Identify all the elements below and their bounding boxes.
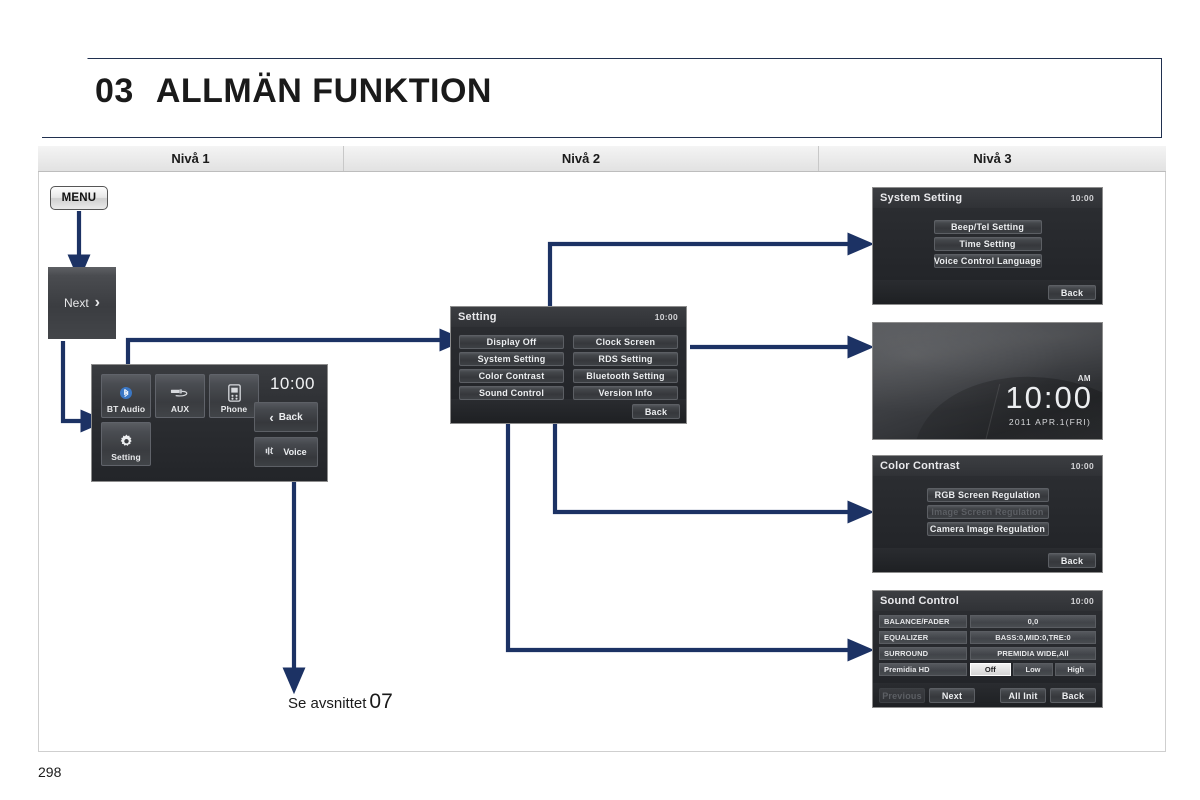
color-contrast-clock: 10:00 [1070,461,1094,471]
setting-item-system-setting[interactable]: System Setting [459,352,564,366]
system-setting-menu: Beep/Tel Setting Time Setting Voice Cont… [933,220,1042,268]
manual-page: 03 ALLMÄN FUNKTION Nivå 1 Nivå 2 Nivå 3 [0,0,1200,800]
color-contrast-item-rgb-screen-regulation[interactable]: RGB Screen Regulation [926,488,1049,502]
home-clock: 10:00 [269,374,315,393]
color-contrast-item-camera-image-regulation[interactable]: Camera Image Regulation [926,522,1049,536]
bluetooth-icon [102,382,150,404]
setting-item-rds-setting[interactable]: RDS Setting [573,352,678,366]
sound-row-value: 0,0 [970,615,1096,628]
sound-row-label: Premidia HD [879,663,967,676]
system-setting-item-beep-tel[interactable]: Beep/Tel Setting [933,220,1042,234]
color-contrast-item-image-screen-regulation: Image Screen Regulation [926,505,1049,519]
clock-time: 10:00 [1005,380,1093,415]
tile-phone[interactable]: Phone [209,374,259,418]
chapter-number: 03 [95,72,134,110]
setting-screen-title: Setting [458,311,497,323]
sound-control-screen: Sound Control 10:00 BALANCE/FADER 0,0 EQ… [872,590,1103,708]
sound-row-value: BASS:0,MID:0,TRE:0 [970,631,1096,644]
sound-control-footer-buttons: Previous Next All Init Back [879,688,1096,703]
setting-item-display-off[interactable]: Display Off [459,335,564,349]
tile-label: BT Audio [106,404,146,414]
tile-aux[interactable]: AUX [155,374,205,418]
sound-row-label: SURROUND [879,647,967,660]
clock-screen: AM 10:00 2011 APR.1(FRI) [872,322,1103,440]
setting-menu-grid: Display Off Clock Screen System Setting … [459,335,678,400]
sound-row-balance-fader[interactable]: BALANCE/FADER 0,0 [879,615,1096,628]
system-setting-item-voice-lang[interactable]: Voice Control Language [933,254,1042,268]
home-tile-grid: BT Audio AUX Phone Setting [101,374,259,466]
sound-back-button[interactable]: Back [1050,688,1096,703]
home-voice-label: Voice [283,447,307,457]
next-label: Next [63,296,89,310]
reference-caption-text: Se avsnittet [288,695,367,712]
tile-label: AUX [170,404,190,414]
sound-next-button[interactable]: Next [929,688,975,703]
color-contrast-screen: Color Contrast 10:00 RGB Screen Regulati… [872,455,1103,573]
sound-control-clock: 10:00 [1070,596,1094,606]
tile-bt-audio[interactable]: BT Audio [101,374,151,418]
sound-row-surround[interactable]: SURROUND PREMIDIA WIDE,All [879,647,1096,660]
clock-date: 2011 APR.1(FRI) [1008,417,1091,427]
level-3-header: Nivå 3 [973,151,1012,166]
page-number: 298 [38,764,62,780]
chevron-left-icon: ‹ [269,409,274,425]
sound-row-premidia-hd[interactable]: Premidia HD Off Low High [879,663,1097,676]
premidia-hd-segmented-control: Off Low High [970,663,1097,676]
level-header-row: Nivå 1 Nivå 2 Nivå 3 [38,146,1166,172]
page-title: 03 ALLMÄN FUNKTION [95,72,492,111]
home-back-label: Back [278,411,303,423]
reference-caption: Se avsnittet 07 [288,690,393,714]
setting-item-clock-screen[interactable]: Clock Screen [573,335,678,349]
tile-label: Setting [111,452,141,462]
premidia-hd-option-high[interactable]: High [1055,663,1097,676]
system-setting-back-button[interactable]: Back [1048,285,1096,300]
color-contrast-back-button[interactable]: Back [1048,553,1096,568]
menu-hard-button[interactable]: MENU [50,186,108,210]
setting-back-button[interactable]: Back [632,404,680,419]
level-2-header: Nivå 2 [344,146,819,171]
setting-item-sound-control[interactable]: Sound Control [459,386,564,400]
aux-plug-icon [156,382,204,404]
system-setting-title: System Setting [880,192,963,204]
home-back-button[interactable]: ‹ Back [254,402,318,432]
sound-row-value: PREMIDIA WIDE,All [970,647,1096,660]
sound-control-title: Sound Control [880,595,959,607]
gear-icon [102,430,150,452]
premidia-hd-option-off[interactable]: Off [970,663,1011,676]
color-contrast-title: Color Contrast [880,460,960,472]
home-voice-button[interactable]: Voice [254,437,318,467]
chapter-title-text: ALLMÄN FUNKTION [155,72,492,110]
voice-icon [265,445,278,459]
level-1-header: Nivå 1 [38,146,344,171]
system-setting-item-time[interactable]: Time Setting [933,237,1042,251]
next-screen-tile[interactable]: Next › [48,267,116,339]
system-setting-screen: System Setting 10:00 Beep/Tel Setting Ti… [872,187,1103,305]
setting-screen-clock: 10:00 [654,312,678,322]
tile-setting[interactable]: Setting [101,422,151,466]
phone-icon [210,382,258,404]
sound-row-label: EQUALIZER [879,631,967,644]
reference-caption-number: 07 [369,690,393,713]
setting-item-bluetooth-setting[interactable]: Bluetooth Setting [573,369,678,383]
sound-all-init-button[interactable]: All Init [1000,688,1046,703]
sound-previous-button: Previous [879,688,925,703]
color-contrast-menu: RGB Screen Regulation Image Screen Regul… [926,488,1049,536]
system-setting-clock: 10:00 [1070,193,1094,203]
setting-screen: Setting 10:00 Display Off Clock Screen S… [450,306,687,424]
sound-row-equalizer[interactable]: EQUALIZER BASS:0,MID:0,TRE:0 [879,631,1096,644]
setting-item-color-contrast[interactable]: Color Contrast [459,369,564,383]
setting-item-version-info[interactable]: Version Info [573,386,678,400]
sound-row-label: BALANCE/FADER [879,615,967,628]
tile-label: Phone [220,404,248,414]
premidia-hd-option-low[interactable]: Low [1012,663,1054,676]
home-screen: BT Audio AUX Phone Setting 10:00 ‹ Back … [91,364,328,482]
chevron-right-icon: › [94,294,100,311]
